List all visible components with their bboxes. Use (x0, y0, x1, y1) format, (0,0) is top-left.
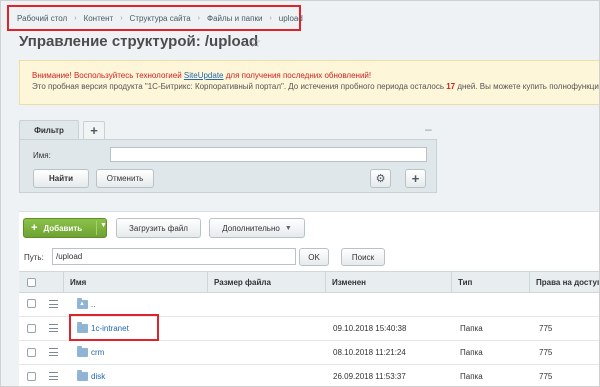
notice-line-2-prefix: Это пробная версия продукта "1С-Битрикс:… (32, 82, 447, 91)
star-icon[interactable]: ☆ (249, 34, 262, 51)
table-row[interactable]: crm 08.10.2018 11:21:24 Папка 775 (19, 341, 599, 365)
filter-settings-button[interactable]: ⚙ (370, 169, 391, 188)
table-header: Имя Размер файла Изменен Тип Права на до… (19, 271, 599, 293)
modified-cell: 09.10.2018 15:40:38 (333, 324, 407, 333)
type-cell: Папка (460, 372, 483, 381)
path-label: Путь: (24, 253, 44, 262)
breadcrumb-item-desktop[interactable]: Рабочий стол (17, 14, 67, 23)
siteupdate-link[interactable]: SiteUpdate (184, 71, 224, 80)
tab-filter[interactable]: Фильтр (19, 120, 79, 139)
name-cell: crm (77, 341, 104, 364)
row-menu-icon[interactable] (49, 348, 58, 356)
notice-line-1-suffix: для получения последних обновлений! (223, 71, 372, 80)
breadcrumb-item-upload[interactable]: upload (279, 14, 303, 23)
row-checkbox[interactable] (27, 299, 36, 308)
column-header-rights[interactable]: Права на доступ (529, 272, 599, 293)
folder-icon (77, 346, 88, 357)
folder-icon (77, 370, 88, 381)
plus-icon: + (90, 123, 98, 138)
row-checkbox[interactable] (27, 348, 36, 357)
row-menu-icon[interactable] (49, 300, 58, 308)
add-button-label: Добавить (43, 223, 83, 233)
cancel-filter-button[interactable]: Отменить (96, 169, 154, 188)
folder-up-icon: ▲ (77, 298, 88, 309)
more-actions-button[interactable]: Дополнительно ▼ (209, 218, 305, 238)
add-filter-field-button[interactable]: + (405, 169, 426, 188)
breadcrumb-item-files-folders[interactable]: Файлы и папки (207, 14, 262, 23)
notice-line-2: Это пробная версия продукта "1С-Битрикс:… (32, 81, 599, 92)
column-header-modified[interactable]: Изменен (325, 272, 451, 293)
plus-icon: + (411, 171, 420, 186)
file-name-link[interactable]: .. (91, 300, 95, 309)
gear-icon: ⚙ (375, 173, 386, 185)
plus-icon: + (31, 222, 38, 234)
minimize-filter-button[interactable]: – (425, 122, 432, 136)
column-header-type[interactable]: Тип (451, 272, 529, 293)
filter-name-label: Имя: (33, 151, 51, 160)
breadcrumb-separator: › (269, 14, 272, 22)
path-input[interactable] (52, 248, 296, 265)
chevron-down-icon[interactable]: ▼ (100, 222, 107, 229)
rights-cell: 775 (539, 324, 553, 333)
breadcrumb-separator: › (120, 14, 123, 22)
breadcrumb-item-site-structure[interactable]: Структура сайта (130, 14, 191, 23)
update-notice: Внимание! Воспользуйтесь технологией Sit… (19, 60, 599, 105)
column-header-size[interactable]: Размер файла (207, 272, 325, 293)
type-cell: Папка (460, 348, 483, 357)
add-filter-tab-button[interactable]: + (83, 121, 105, 139)
column-header-name[interactable]: Имя (63, 272, 207, 293)
highlight-annotation (69, 314, 159, 341)
name-cell: ▲ .. (77, 293, 95, 316)
breadcrumb-separator: › (197, 14, 201, 22)
row-checkbox[interactable] (27, 372, 36, 381)
notice-line-1-prefix: Внимание! Воспользуйтесь технологией (32, 71, 184, 80)
select-all-checkbox[interactable] (27, 278, 36, 287)
notice-line-1: Внимание! Воспользуйтесь технологией Sit… (32, 70, 599, 81)
more-actions-label: Дополнительно (222, 223, 280, 233)
row-menu-icon[interactable] (49, 372, 58, 380)
table-row[interactable]: disk 26.09.2018 11:53:37 Папка 775 (19, 365, 599, 386)
filter-name-input[interactable] (110, 147, 427, 162)
notice-line-2-suffix: дней. Вы можете купить полнофункциональн… (457, 82, 599, 91)
row-menu-icon[interactable] (49, 324, 58, 332)
upload-file-button[interactable]: Загрузить файл (116, 218, 201, 238)
add-button-divider (96, 221, 97, 235)
window-frame: Рабочий стол › Контент › Структура сайта… (0, 0, 600, 387)
type-cell: Папка (460, 324, 483, 333)
modified-cell: 26.09.2018 11:53:37 (333, 372, 406, 381)
add-button[interactable]: + Добавить ▼ (23, 218, 107, 238)
row-checkbox[interactable] (27, 324, 36, 333)
trial-days-count: 17 (446, 82, 456, 91)
file-name-link[interactable]: disk (91, 372, 105, 381)
rights-cell: 775 (539, 348, 553, 357)
breadcrumb-item-content[interactable]: Контент (84, 14, 114, 23)
rights-cell: 775 (539, 372, 553, 381)
search-button[interactable]: Поиск (341, 248, 385, 266)
breadcrumb-separator: › (74, 14, 77, 22)
find-button[interactable]: Найти (33, 169, 89, 188)
file-name-link[interactable]: crm (91, 348, 104, 357)
page-title: Управление структурой: /upload (19, 33, 259, 50)
name-cell: disk (77, 365, 105, 386)
chevron-down-icon: ▼ (284, 224, 292, 232)
breadcrumb: Рабочий стол › Контент › Структура сайта… (7, 5, 303, 31)
path-ok-button[interactable]: OK (299, 248, 329, 266)
modified-cell: 08.10.2018 11:21:24 (333, 348, 406, 357)
